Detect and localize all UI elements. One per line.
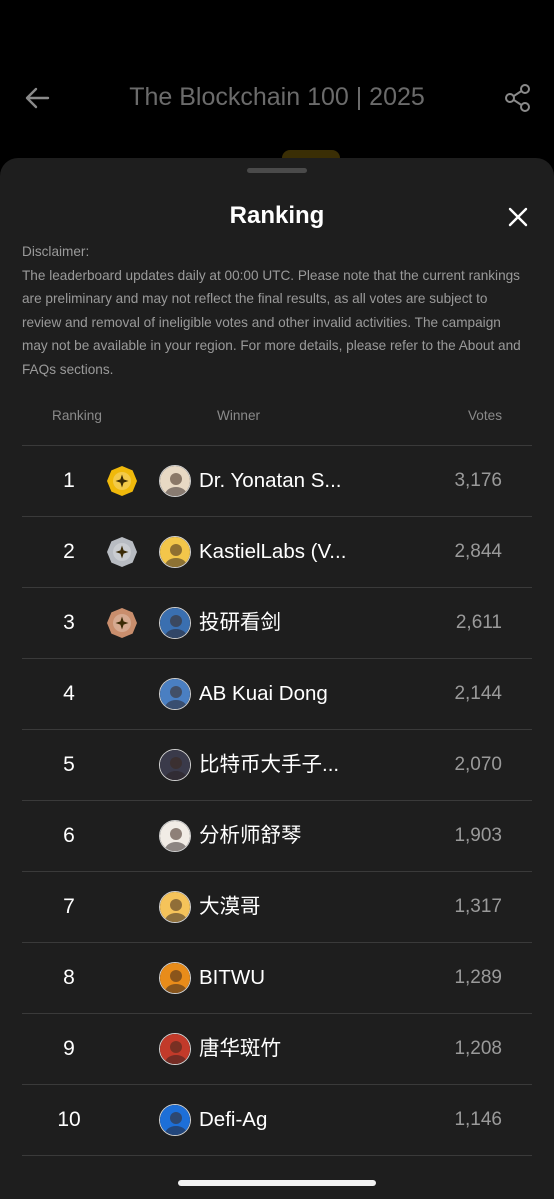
header-winner: Winner [217,408,261,423]
avatar [159,536,191,568]
ranking-row[interactable]: 3 投研看剑 2,611 [22,588,532,659]
silver-medal-icon [106,536,138,568]
winner-name: 比特币大手子... [199,753,340,776]
ranking-row[interactable]: 4 AB Kuai Dong 2,144 [22,659,532,730]
sheet-title: Ranking [229,202,325,229]
winner-name: 唐华斑竹 [199,1037,281,1060]
avatar [159,607,191,639]
avatar [159,962,191,994]
ranking-row[interactable]: 10 Defi-Ag 1,146 [22,1085,532,1156]
winner-name: KastielLabs (V... [199,540,347,563]
avatar [159,891,191,923]
vote-count: 1,289 [454,967,502,988]
ranking-sheet: Ranking Disclaimer: The leaderboard upda… [0,158,554,1199]
vote-count: 2,070 [454,754,502,775]
winner-name: Dr. Yonatan S... [199,469,342,492]
rank-number: 10 [57,1108,81,1131]
rank-number: 1 [63,469,75,492]
winner-name: 投研看剑 [199,611,281,634]
avatar [159,820,191,852]
avatar [159,749,191,781]
winner-name: 分析师舒琴 [199,824,302,847]
page-title: The Blockchain 100 | 2025 [129,83,425,111]
header-ranking: Ranking [52,408,102,423]
close-button[interactable] [504,203,532,231]
rank-number: 4 [63,682,75,705]
share-button[interactable] [502,82,534,114]
header-votes: Votes [467,408,502,423]
close-icon [508,207,528,227]
avatar [159,678,191,710]
disclaimer: Disclaimer: The leaderboard updates dail… [22,240,522,382]
vote-count: 1,903 [454,825,502,846]
ranking-row[interactable]: 2 KastielLabs (V... 2,844 [22,517,532,588]
rank-number: 8 [63,966,75,989]
bronze-medal-icon [106,607,138,639]
rank-number: 5 [63,753,75,776]
ranking-row[interactable]: 1 Dr. Yonatan S... 3,176 [22,446,532,517]
home-indicator [178,1180,376,1186]
winner-name: 大漠哥 [199,895,261,918]
ranking-row[interactable]: 5 比特币大手子... 2,070 [22,730,532,801]
ranking-row[interactable]: 6 分析师舒琴 1,903 [22,801,532,872]
rank-number: 6 [63,824,75,847]
rank-number: 9 [63,1037,75,1060]
ranking-row[interactable]: 9 唐华斑竹 1,208 [22,1014,532,1085]
vote-count: 2,144 [454,683,502,704]
winner-name: AB Kuai Dong [199,682,328,705]
rank-number: 7 [63,895,75,918]
ranking-row[interactable]: 7 大漠哥 1,317 [22,872,532,943]
vote-count: 3,176 [454,470,502,491]
ranking-row[interactable]: 8 BITWU 1,289 [22,943,532,1014]
disclaimer-heading: Disclaimer: [22,244,90,259]
gold-medal-icon [106,465,138,497]
winner-name: Defi-Ag [199,1108,268,1131]
winner-name: BITWU [199,966,266,989]
table-header: Ranking Winner Votes [22,406,532,446]
vote-count: 2,611 [455,612,502,633]
ranking-list: 1 Dr. Yonatan S... 3,176 2 KastielLabs (… [22,446,532,1156]
vote-count: 1,208 [454,1038,502,1059]
avatar [159,1104,191,1136]
vote-count: 1,146 [454,1109,502,1130]
avatar [159,465,191,497]
rank-number: 2 [63,540,75,563]
vote-count: 2,844 [454,541,502,562]
share-icon [505,84,530,112]
top-bar: The Blockchain 100 | 2025 [0,0,554,166]
disclaimer-body: The leaderboard updates daily at 00:00 U… [22,267,521,377]
avatar [159,1033,191,1065]
vote-count: 1,317 [454,896,502,917]
sheet-grabber[interactable] [247,168,307,173]
rank-number: 3 [63,611,75,634]
